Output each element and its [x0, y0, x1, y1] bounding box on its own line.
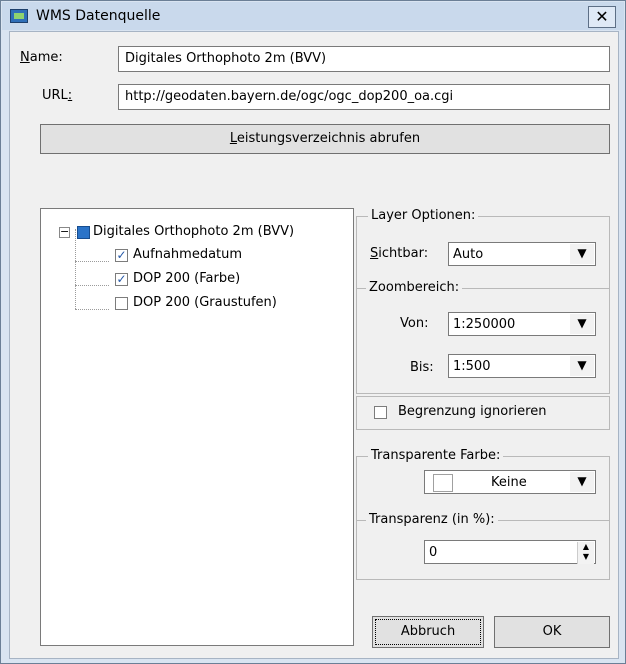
- transparency-percent-title: Transparenz (in %):: [366, 512, 498, 527]
- name-label-mnemonic: N: [20, 50, 30, 65]
- transparent-color-title: Transparente Farbe:: [368, 448, 504, 463]
- name-field[interactable]: Digitales Orthophoto 2m (BVV): [118, 46, 610, 72]
- chevron-down-icon[interactable]: ▼: [570, 244, 594, 264]
- layer-checkbox-dop200-farbe[interactable]: ✓: [115, 273, 128, 286]
- layer-checkbox-dop200-graustufen[interactable]: [115, 297, 128, 310]
- tree-item-label[interactable]: Aufnahmedatum: [133, 247, 242, 262]
- url-label-prefix: URL: [42, 88, 68, 103]
- visibility-value: Auto: [453, 247, 484, 262]
- url-label-mnemonic: :: [67, 88, 73, 103]
- visible-label: Sichtbar:: [370, 246, 428, 261]
- wms-dialog-window: WMS Datenquelle ✕ Name: Digitales Orthop…: [0, 0, 626, 664]
- url-field[interactable]: http://geodaten.bayern.de/ogc/ogc_dop200…: [118, 84, 610, 110]
- tree-connector: [75, 229, 76, 309]
- name-label-rest: ame:: [29, 50, 63, 65]
- spin-up-icon[interactable]: ▲: [578, 542, 594, 552]
- zoom-range-title: Zoombereich:: [366, 280, 463, 295]
- transparency-value: 0: [429, 545, 438, 560]
- chevron-down-icon[interactable]: ▼: [570, 356, 594, 376]
- url-label: URL:: [42, 88, 72, 103]
- visibility-select[interactable]: Auto ▼: [448, 242, 596, 266]
- tree-item-label[interactable]: DOP 200 (Graustufen): [133, 295, 277, 310]
- ignore-boundary-label[interactable]: Begrenzung ignorieren: [398, 404, 546, 419]
- zoom-from-label: Von:: [400, 316, 429, 331]
- chevron-down-icon[interactable]: ▼: [570, 472, 594, 492]
- zoom-from-select[interactable]: 1:250000 ▼: [448, 312, 596, 336]
- collapse-toggle[interactable]: −: [59, 226, 70, 238]
- tree-connector: [75, 309, 109, 310]
- zoom-from-value: 1:250000: [453, 317, 516, 332]
- title-bar[interactable]: WMS Datenquelle ✕: [2, 2, 624, 30]
- get-capabilities-button[interactable]: Leistungsverzeichnis abrufen: [40, 124, 610, 154]
- dialog-client-area: Name: Digitales Orthophoto 2m (BVV) URL:…: [9, 31, 619, 659]
- spin-down-icon[interactable]: ▼: [578, 552, 594, 562]
- visible-label-rest: ichtbar:: [378, 246, 429, 261]
- transparent-color-select[interactable]: Keine ▼: [424, 470, 596, 494]
- name-label: Name:: [20, 50, 63, 65]
- layer-checkbox-aufnahmedatum[interactable]: ✓: [115, 249, 128, 262]
- cancel-button[interactable]: Abbruch: [372, 616, 484, 648]
- tree-item-label[interactable]: DOP 200 (Farbe): [133, 271, 240, 286]
- ok-button[interactable]: OK: [494, 616, 610, 648]
- ignore-boundary-checkbox[interactable]: [374, 406, 387, 419]
- chevron-down-icon[interactable]: ▼: [570, 314, 594, 334]
- spin-buttons[interactable]: ▲ ▼: [577, 542, 594, 564]
- layer-tree[interactable]: − Digitales Orthophoto 2m (BVV) ✓ Aufnah…: [40, 208, 354, 646]
- tree-connector: [75, 285, 109, 286]
- color-swatch: [433, 474, 453, 492]
- zoom-to-select[interactable]: 1:500 ▼: [448, 354, 596, 378]
- capabilities-mnemonic: L: [229, 131, 237, 146]
- close-button[interactable]: ✕: [588, 6, 616, 28]
- zoom-to-value: 1:500: [453, 359, 491, 374]
- window-title: WMS Datenquelle: [36, 8, 161, 24]
- layer-icon: [77, 226, 90, 239]
- tree-root-label[interactable]: Digitales Orthophoto 2m (BVV): [93, 224, 294, 239]
- zoom-to-label: Bis:: [410, 360, 434, 375]
- tree-connector: [75, 261, 109, 262]
- app-icon: [10, 9, 28, 23]
- layer-options-title: Layer Optionen:: [368, 208, 479, 223]
- capabilities-label: eistungsverzeichnis abrufen: [236, 131, 421, 146]
- transparent-color-value: Keine: [491, 475, 527, 490]
- transparency-spinner[interactable]: 0 ▲ ▼: [424, 540, 596, 564]
